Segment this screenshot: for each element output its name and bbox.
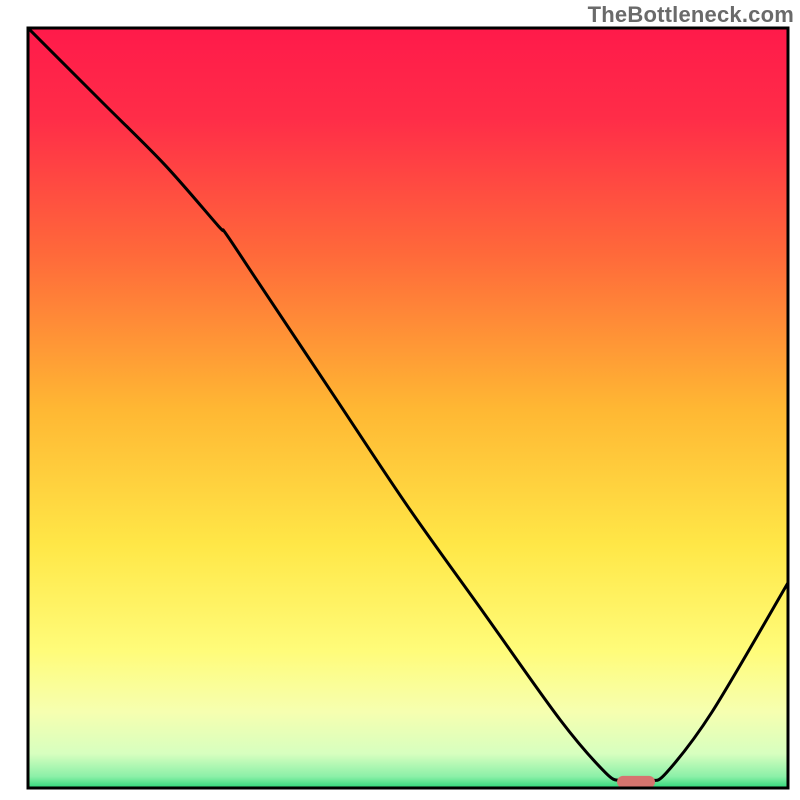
chart-svg <box>0 0 800 800</box>
optimal-range-marker <box>617 776 655 788</box>
watermark-text: TheBottleneck.com <box>588 2 794 28</box>
chart-container: TheBottleneck.com <box>0 0 800 800</box>
